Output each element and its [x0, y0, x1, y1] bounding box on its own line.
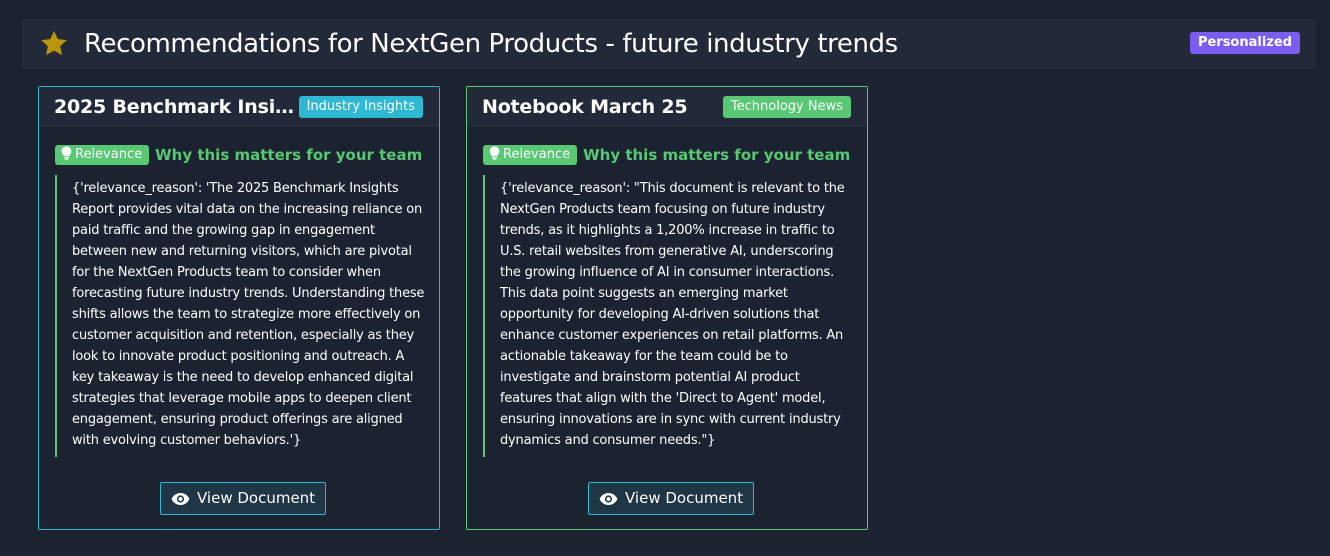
why-matters-heading: Why this matters for your team — [155, 145, 423, 164]
eye-icon — [171, 493, 190, 505]
view-document-button[interactable]: View Document — [588, 482, 755, 515]
relevance-badge: Relevance — [483, 144, 578, 165]
lightbulb-icon — [61, 146, 72, 160]
relevance-label: Relevance — [75, 146, 143, 162]
relevance-row: Relevance Why this matters for your team — [55, 144, 422, 166]
star-icon — [41, 31, 67, 56]
category-tag: Technology News — [722, 96, 851, 118]
recommendations-header: Recommendations for NextGen Products - f… — [22, 19, 1316, 69]
card-header: Notebook March 25 Technology News — [467, 87, 867, 127]
relevance-reason: {'relevance_reason': 'The 2025 Benchmark… — [55, 175, 425, 457]
relevance-reason: {'relevance_reason': "This document is r… — [483, 175, 853, 457]
eye-icon — [599, 493, 618, 505]
view-document-label: View Document — [625, 489, 744, 507]
relevance-label: Relevance — [503, 146, 571, 162]
recommendation-card: Notebook March 25 Technology News Releva… — [466, 86, 868, 530]
relevance-row: Relevance Why this matters for your team — [483, 144, 850, 166]
why-matters-heading: Why this matters for your team — [583, 145, 851, 164]
card-header: 2025 Benchmark Insights Report Industry … — [39, 87, 439, 127]
view-document-label: View Document — [197, 489, 316, 507]
category-tag: Industry Insights — [298, 96, 423, 118]
lightbulb-icon — [489, 146, 500, 160]
page-title: Recommendations for NextGen Products - f… — [84, 29, 898, 59]
personalized-badge: Personalized — [1189, 32, 1300, 54]
card-title: 2025 Benchmark Insights Report — [54, 96, 299, 118]
view-document-button[interactable]: View Document — [160, 482, 327, 515]
recommendation-card: 2025 Benchmark Insights Report Industry … — [38, 86, 440, 530]
relevance-badge: Relevance — [55, 144, 150, 165]
card-title: Notebook March 25 — [482, 96, 688, 118]
